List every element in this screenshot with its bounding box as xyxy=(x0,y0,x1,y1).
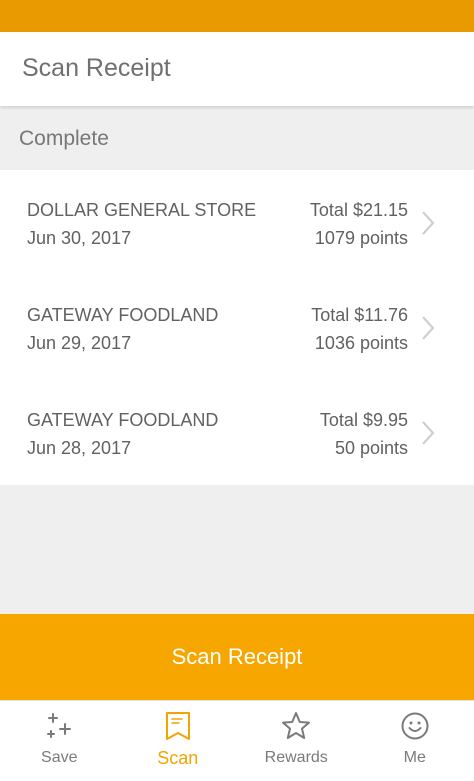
nav-label: Save xyxy=(41,749,78,766)
nav-label: Me xyxy=(403,749,426,766)
receipt-points: 1036 points xyxy=(314,333,408,353)
receipt-row[interactable]: GATEWAY FOODLAND Jun 28, 2017 Total $9.9… xyxy=(0,380,474,485)
receipt-date: Jun 29, 2017 xyxy=(27,333,132,353)
receipt-date: Jun 30, 2017 xyxy=(27,228,132,248)
nav-label: Rewards xyxy=(264,749,328,766)
nav-item-scan[interactable]: Scan xyxy=(119,701,238,781)
receipt-store: GATEWAY FOODLAND xyxy=(27,305,219,325)
star-icon xyxy=(282,712,311,739)
section-label: Complete xyxy=(19,127,109,150)
receipt-list: DOLLAR GENERAL STORE Jun 30, 2017 Total … xyxy=(0,170,474,485)
receipt-icon xyxy=(165,712,190,740)
bottom-nav: Save Scan Rewards Me xyxy=(0,700,474,781)
receipt-points: 1079 points xyxy=(314,228,408,248)
section-header: Complete xyxy=(0,110,474,170)
receipt-total: Total $11.76 xyxy=(311,305,408,325)
sparkle-plus-icon xyxy=(47,713,72,738)
chevron-right-icon xyxy=(422,421,435,445)
receipt-date: Jun 28, 2017 xyxy=(27,438,132,458)
receipt-row[interactable]: DOLLAR GENERAL STORE Jun 30, 2017 Total … xyxy=(0,170,474,275)
nav-item-rewards[interactable]: Rewards xyxy=(237,701,356,781)
nav-label: Scan xyxy=(157,748,199,768)
status-bar xyxy=(0,0,474,32)
scan-receipt-button[interactable]: Scan Receipt xyxy=(0,614,474,700)
receipt-row[interactable]: GATEWAY FOODLAND Jun 29, 2017 Total $11.… xyxy=(0,275,474,380)
nav-item-me[interactable]: Me xyxy=(356,701,474,781)
page-title: Scan Receipt xyxy=(22,54,171,82)
receipt-total: Total $9.95 xyxy=(319,410,408,430)
receipt-store: GATEWAY FOODLAND xyxy=(27,410,219,430)
nav-item-save[interactable]: Save xyxy=(0,701,119,781)
receipt-total: Total $21.15 xyxy=(309,200,408,220)
chevron-right-icon xyxy=(422,316,435,340)
receipt-points: 50 points xyxy=(334,438,408,458)
smiley-icon xyxy=(401,712,429,740)
app-bar: Scan Receipt xyxy=(0,32,474,106)
receipt-store: DOLLAR GENERAL STORE xyxy=(27,200,257,220)
chevron-right-icon xyxy=(422,211,435,235)
